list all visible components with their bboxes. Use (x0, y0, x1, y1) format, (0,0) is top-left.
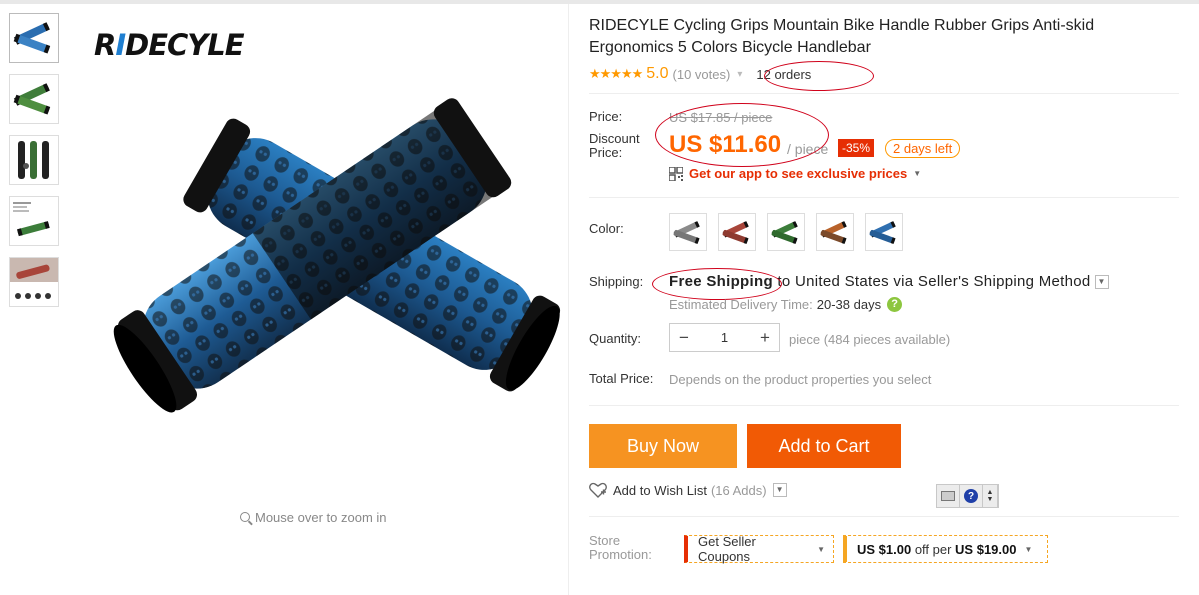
add-to-cart-button[interactable]: Add to Cart (747, 424, 901, 468)
chevron-down-icon[interactable]: ▼ (1094, 275, 1109, 290)
keyboard-icon[interactable] (937, 485, 960, 507)
scroll-arrows-icon[interactable]: ▲ ▼ (983, 485, 998, 507)
quantity-available: piece (484 pieces available) (789, 332, 951, 347)
delivery-time: Estimated Delivery Time: 20-38 days? (669, 297, 903, 312)
main-product-image[interactable]: RIDECYLE (70, 14, 565, 494)
store-promotion-label: Store Promotion: (589, 533, 652, 562)
divider (589, 405, 1179, 406)
shipping-label: Shipping: (589, 274, 644, 289)
divider (589, 197, 1179, 198)
original-price: US $17.85 / piece (669, 110, 773, 125)
caret-down-icon: ▼ (913, 169, 922, 178)
browser-widget-toolbar: ? ▲ ▼ (936, 484, 999, 508)
chevron-down-icon[interactable]: ▾ (737, 69, 742, 80)
price-label: Price: (589, 109, 623, 124)
grips-product-illustration (113, 98, 561, 413)
rating-value: 5.0 (646, 65, 669, 82)
color-swatch-blue[interactable] (865, 213, 903, 251)
color-swatch-red[interactable] (718, 213, 756, 251)
top-border (0, 0, 1199, 4)
quantity-stepper: − 1 + (669, 323, 780, 352)
wishlist-count: (16 Adds) (710, 482, 767, 498)
thumbnail-1[interactable] (9, 13, 59, 63)
quantity-input[interactable]: 1 (698, 330, 751, 345)
quantity-decrease-button[interactable]: − (670, 328, 698, 348)
buy-now-button[interactable]: Buy Now (589, 424, 737, 468)
seller-coupons-dropdown[interactable]: Get Seller Coupons ▼ (684, 534, 834, 564)
qr-code-icon (669, 166, 683, 181)
zoom-hint: Mouse over to zoom in (240, 510, 387, 525)
magnifier-icon (240, 512, 250, 522)
store-discount-dropdown[interactable]: US $1.00 off per US $19.00 ▼ (843, 535, 1048, 563)
star-rating-icon: ★★★★★ (589, 66, 643, 81)
thumbnail-5[interactable] (9, 257, 59, 307)
panel-divider (568, 4, 569, 595)
product-title: RIDECYLE Cycling Grips Mountain Bike Han… (589, 17, 1095, 56)
discount-badge: -35% (838, 139, 875, 157)
color-swatch-gray[interactable] (669, 213, 707, 251)
color-label: Color: (589, 221, 624, 236)
price-unit: / piece (787, 141, 829, 157)
caret-down-icon: ▼ (817, 544, 825, 554)
discount-price: US $11.60 (669, 131, 782, 158)
total-price-label: Total Price: (589, 371, 654, 386)
votes-link[interactable]: (10 votes) (673, 67, 731, 82)
discount-price-label: Discount Price: (589, 131, 640, 160)
chevron-down-icon[interactable]: ▼ (772, 483, 787, 497)
color-swatch-orange[interactable] (816, 213, 854, 251)
color-swatch-green[interactable] (767, 213, 805, 251)
divider (589, 516, 1179, 517)
question-icon[interactable]: ? (887, 297, 903, 312)
divider (589, 93, 1179, 94)
app-promo-link[interactable]: Get our app to see exclusive prices ▼ (669, 166, 921, 181)
thumbnail-4[interactable] (9, 196, 59, 246)
total-price-note: Depends on the product properties you se… (669, 372, 932, 387)
quantity-label: Quantity: (589, 331, 642, 346)
help-icon[interactable]: ? (960, 485, 983, 507)
caret-down-icon: ▼ (1024, 544, 1033, 554)
quantity-increase-button[interactable]: + (751, 328, 779, 348)
thumbnail-3[interactable] (9, 135, 59, 185)
rating-row: ★★★★★ 5.0 (10 votes) ▾ 12 orders (589, 64, 811, 84)
free-shipping-text: Free Shipping (669, 273, 773, 290)
days-left-badge: 2 days left (885, 139, 961, 158)
heart-icon (589, 482, 607, 498)
thumbnail-list (9, 13, 59, 318)
add-to-wishlist-link[interactable]: Add to Wish List (16 Adds) ▼ (589, 482, 787, 498)
color-swatches (669, 213, 914, 251)
shipping-destination: to United States via Seller's Shipping M… (777, 273, 1091, 290)
shipping-method[interactable]: Free Shipping to United States via Selle… (669, 273, 1109, 290)
orders-count: 12 orders (756, 66, 812, 82)
thumbnail-2[interactable] (9, 74, 59, 124)
